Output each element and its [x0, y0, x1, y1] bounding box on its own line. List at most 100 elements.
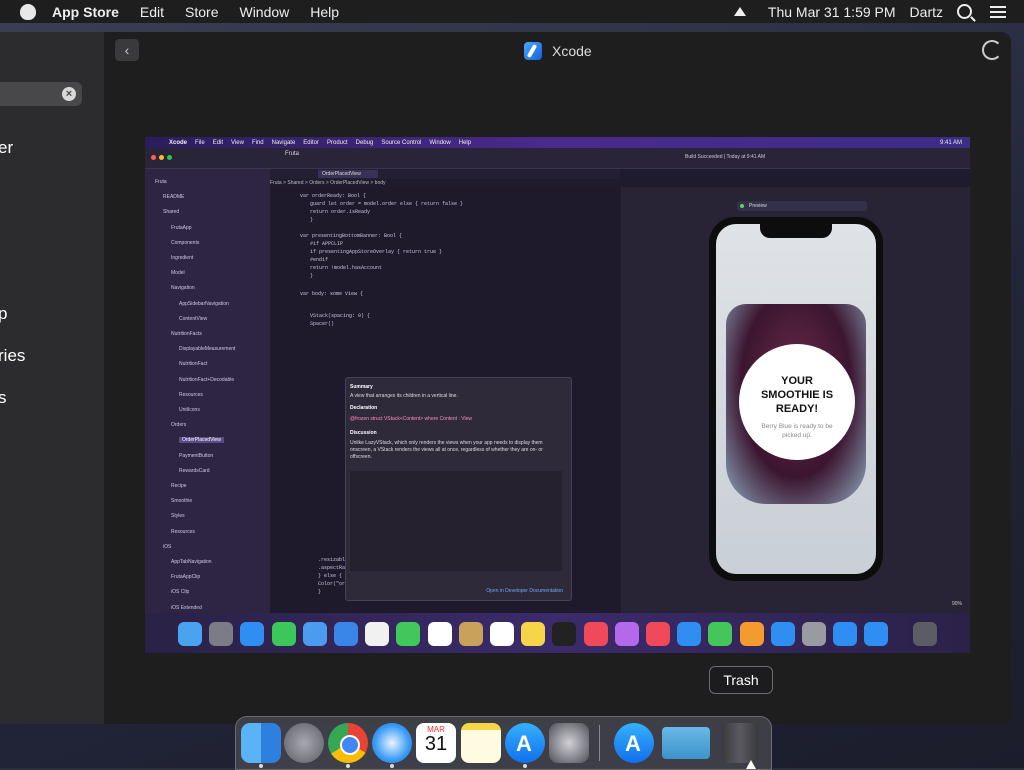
system-preferences-icon[interactable]: [549, 723, 589, 763]
shot-menu-item: Source Control: [381, 139, 422, 146]
project-navigator: Fruta README Shared FrutaApp Components Ingre…: [145, 169, 270, 653]
menu-app-name[interactable]: App Store: [52, 4, 119, 20]
clear-search-icon[interactable]: ×: [62, 87, 76, 101]
navigator-item: FrutaAppClip: [171, 574, 201, 581]
screenshot-dock-app-icon: [583, 622, 608, 646]
screenshot-dock-app-icon: [614, 622, 639, 646]
screenshot-dock-app-icon: [739, 622, 764, 646]
finder-icon[interactable]: [241, 723, 281, 763]
menu-bar: App Store Edit Store Window Help Thu Mar…: [0, 0, 1024, 23]
qh-code-sample: [350, 471, 562, 571]
menu-edit[interactable]: Edit: [140, 4, 164, 20]
navigator-item: Resources: [179, 391, 203, 398]
qh-declaration: @frozen struct VStack<Content> where Con…: [350, 416, 472, 422]
launchpad-icon[interactable]: [284, 723, 324, 763]
navigator-item: Ingredient: [171, 255, 194, 261]
screenshot-dock-app-icon: [209, 622, 234, 646]
shot-menu-item: View: [231, 139, 244, 146]
screenshot-dock-app-icon: [302, 622, 327, 646]
calendar-day: 31: [424, 733, 448, 755]
main-pane: ‹ Xcode Xcode File Edit View Find Naviga…: [104, 32, 1011, 724]
code-line: return order.isReady: [310, 209, 371, 215]
code-line: VStack(spacing: 0) {: [310, 313, 371, 319]
navigator-item: Smoothie: [171, 498, 193, 505]
sidebar-item-2[interactable]: p: [0, 304, 7, 324]
ready-line-3: READY!: [775, 403, 819, 415]
loading-spinner-icon: [982, 40, 1002, 60]
navigator-item: AppTabNavigation: [171, 559, 212, 565]
search-field[interactable]: ×: [0, 82, 82, 106]
screenshot-dock-app-icon: [677, 622, 702, 646]
preview-label: Preview: [749, 203, 767, 209]
downloads-folder-icon[interactable]: [662, 727, 710, 759]
shot-menu-item: Help: [458, 139, 472, 146]
safari-icon[interactable]: [372, 723, 412, 763]
app-store-window: × er p ries s ‹ Xcode Xcode File Edit Vi…: [0, 32, 1011, 724]
code-line: #if APPCLIP: [310, 241, 344, 247]
eject-icon[interactable]: [733, 7, 746, 16]
screenshot-dock-app-icon: [365, 622, 390, 646]
menu-help[interactable]: Help: [310, 4, 339, 20]
apple-menu-icon[interactable]: [20, 3, 36, 20]
notes-icon[interactable]: [461, 723, 501, 763]
sidebar-item-1[interactable]: er: [0, 138, 13, 158]
shot-menu-item: Debug: [355, 139, 374, 146]
code-line: var body: some View {: [300, 291, 364, 297]
screenshot-dock-trash-icon: [913, 622, 937, 646]
spotlight-search-icon[interactable]: [957, 4, 972, 19]
menu-store[interactable]: Store: [185, 4, 218, 20]
calendar-icon[interactable]: MAR 31: [416, 723, 456, 763]
code-line: }: [318, 589, 322, 595]
app-store-icon[interactable]: A: [505, 723, 545, 763]
dock-tooltip: Trash: [709, 666, 773, 694]
screenshot-dock-app-icon: [396, 622, 421, 646]
code-line: }: [310, 273, 314, 279]
navigator-item: Styles: [171, 513, 185, 520]
shot-menu-item: File: [195, 139, 205, 146]
control-center-icon[interactable]: [990, 5, 1006, 18]
code-line: var presentingBottomBanner: Bool {: [300, 233, 403, 239]
menu-window[interactable]: Window: [239, 4, 289, 20]
window-title-label: Xcode: [552, 43, 592, 59]
screenshot-dock-app-icon: [864, 622, 889, 646]
app-store-folder-icon[interactable]: A: [614, 723, 654, 763]
menu-clock[interactable]: Thu Mar 31 1:59 PM: [768, 4, 896, 20]
screenshot-dock-app-icon: [833, 622, 858, 646]
code-line: return !model.hasAccount: [310, 265, 383, 271]
code-line: Spacer(): [310, 321, 335, 327]
screenshot-dock: [145, 613, 970, 653]
sidebar-item-4[interactable]: s: [0, 388, 7, 408]
preview-toolbar: Preview: [737, 201, 867, 211]
navigator-item: README: [163, 194, 185, 201]
back-button[interactable]: ‹: [115, 39, 139, 61]
phone-notch: [760, 224, 832, 238]
navigator-item: Shared: [163, 209, 180, 216]
trash-icon[interactable]: [722, 723, 758, 763]
navigator-item: Resources: [171, 528, 195, 535]
shot-menu-item: Navigate: [271, 139, 296, 146]
app-screenshot[interactable]: Xcode File Edit View Find Navigate Edito…: [145, 137, 970, 653]
ready-line-2: SMOOTHIE IS: [760, 389, 834, 401]
qh-docs-link: Open in Developer Documentation: [486, 588, 563, 594]
window-title: Xcode: [524, 42, 592, 60]
chrome-icon[interactable]: [328, 723, 368, 763]
shot-menu-item: Xcode: [169, 139, 188, 146]
screenshot-dock-app-icon: [802, 622, 826, 646]
shot-menu-item: Window: [429, 139, 451, 146]
shot-menu-item: Product: [326, 139, 348, 146]
screenshot-dock-app-icon: [646, 622, 670, 646]
editor-tab: OrderPlacedView: [318, 170, 378, 178]
navigator-item: Orders: [171, 422, 187, 429]
ready-line-1: YOUR: [781, 375, 813, 387]
menu-user[interactable]: Dartz: [910, 4, 943, 20]
screenshot-dock-app-icon: [240, 622, 265, 646]
editor-tabs: OrderPlacedView: [270, 169, 620, 179]
navigator-item: DisplayableMeasurement: [179, 346, 236, 353]
navigator-item: AppSidebarNavigation: [179, 300, 229, 307]
quick-help-popover: Summary A view that arranges its childre…: [345, 377, 572, 601]
shot-menu-item: Find: [251, 139, 264, 146]
dock: MAR 31 A A: [235, 716, 772, 770]
sidebar-item-3[interactable]: ries: [0, 346, 25, 366]
navigator-item: Recipe: [171, 483, 187, 489]
navigator-item: iOS Clip: [171, 589, 190, 596]
